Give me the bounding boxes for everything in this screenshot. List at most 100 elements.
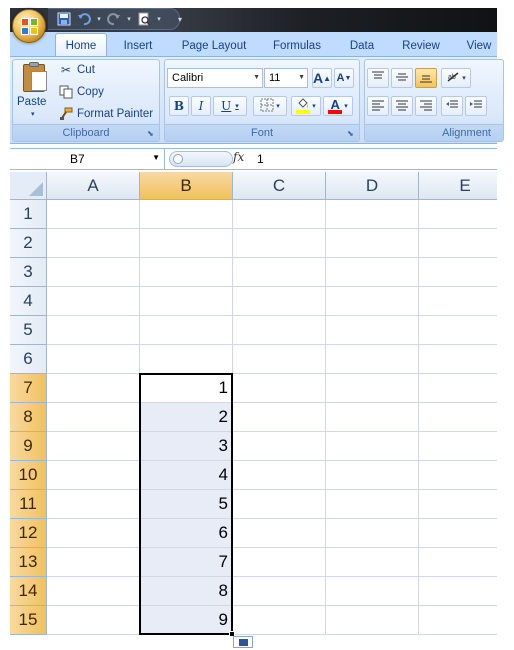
cut-button[interactable]: ✂ Cut (59, 61, 95, 79)
formula-input[interactable]: 1 (257, 152, 264, 166)
cell-b5[interactable] (140, 316, 233, 345)
cell-b14[interactable]: 8 (140, 577, 233, 606)
cell-a3[interactable] (47, 258, 140, 287)
cell-b6[interactable] (140, 345, 233, 374)
print-preview-dropdown-icon[interactable]: ▾ (156, 11, 162, 27)
cell-e5[interactable] (419, 316, 497, 345)
column-header-e[interactable]: E (419, 172, 497, 200)
cell-d10[interactable] (326, 461, 419, 490)
increase-indent-button[interactable] (465, 96, 487, 116)
print-preview-icon[interactable] (136, 11, 152, 27)
tab-insert[interactable]: Insert (117, 36, 159, 56)
cell-a5[interactable] (47, 316, 140, 345)
cell-c8[interactable] (233, 403, 326, 432)
cell-e1[interactable] (419, 200, 497, 229)
cell-c3[interactable] (233, 258, 326, 287)
italic-button[interactable]: I (191, 96, 211, 116)
tab-formulas[interactable]: Formulas (268, 36, 326, 56)
cell-a2[interactable] (47, 229, 140, 258)
font-name-combo[interactable]: Calibri ▼ (167, 68, 263, 88)
row-header-6[interactable]: 6 (10, 345, 47, 374)
cell-c4[interactable] (233, 287, 326, 316)
shrink-font-button[interactable]: A ▼ (334, 68, 354, 88)
cell-b13[interactable]: 7 (140, 548, 233, 577)
cell-e14[interactable] (419, 577, 497, 606)
row-header-12[interactable]: 12 (10, 519, 47, 548)
cell-b7[interactable]: 1 (140, 374, 233, 403)
undo-icon[interactable] (76, 11, 92, 27)
office-button[interactable] (12, 9, 46, 43)
cell-e11[interactable] (419, 490, 497, 519)
cell-d3[interactable] (326, 258, 419, 287)
cell-e10[interactable] (419, 461, 497, 490)
column-header-a[interactable]: A (47, 172, 140, 200)
align-right-button[interactable] (415, 96, 437, 116)
cell-a14[interactable] (47, 577, 140, 606)
paste-dropdown-icon[interactable]: ▾ (31, 110, 35, 118)
auto-fill-options-icon[interactable] (233, 636, 253, 648)
cell-e9[interactable] (419, 432, 497, 461)
cell-c11[interactable] (233, 490, 326, 519)
row-header-13[interactable]: 13 (10, 548, 47, 577)
cell-a8[interactable] (47, 403, 140, 432)
cell-e4[interactable] (419, 287, 497, 316)
cell-e6[interactable] (419, 345, 497, 374)
chevron-down-icon[interactable]: ▼ (152, 153, 160, 162)
cell-d2[interactable] (326, 229, 419, 258)
worksheet-grid[interactable]: A B C D E 1 2 3 4 5 6 7 1 8 2 9 3 10 4 11 5 12 6 13 7 14 8 15 9 (10, 172, 497, 650)
cell-b2[interactable] (140, 229, 233, 258)
row-header-14[interactable]: 14 (10, 577, 47, 606)
row-header-4[interactable]: 4 (10, 287, 47, 316)
redo-dropdown-icon[interactable]: ▾ (126, 11, 132, 27)
cell-e8[interactable] (419, 403, 497, 432)
cell-c14[interactable] (233, 577, 326, 606)
grow-font-button[interactable]: A ▲ (312, 68, 332, 88)
cell-b8[interactable]: 2 (140, 403, 233, 432)
underline-button[interactable]: U ▾ (213, 96, 247, 116)
row-header-5[interactable]: 5 (10, 316, 47, 345)
row-header-7[interactable]: 7 (10, 374, 47, 403)
row-header-9[interactable]: 9 (10, 432, 47, 461)
cell-d8[interactable] (326, 403, 419, 432)
cell-d13[interactable] (326, 548, 419, 577)
cell-e3[interactable] (419, 258, 497, 287)
name-box[interactable]: B7 ▼ (10, 149, 165, 169)
cell-d1[interactable] (326, 200, 419, 229)
decrease-indent-button[interactable] (441, 96, 463, 116)
cell-b15[interactable]: 9 (140, 606, 233, 635)
cell-d9[interactable] (326, 432, 419, 461)
cell-a11[interactable] (47, 490, 140, 519)
tab-view[interactable]: View (462, 36, 496, 56)
cell-d5[interactable] (326, 316, 419, 345)
align-center-button[interactable] (391, 96, 413, 116)
cell-a1[interactable] (47, 200, 140, 229)
undo-dropdown-icon[interactable]: ▾ (96, 11, 102, 27)
cell-d12[interactable] (326, 519, 419, 548)
cell-e13[interactable] (419, 548, 497, 577)
cell-c2[interactable] (233, 229, 326, 258)
borders-button[interactable]: ▾ (253, 96, 287, 116)
cell-a9[interactable] (47, 432, 140, 461)
cell-c5[interactable] (233, 316, 326, 345)
cell-a15[interactable] (47, 606, 140, 635)
cell-c12[interactable] (233, 519, 326, 548)
cell-a13[interactable] (47, 548, 140, 577)
cell-b1[interactable] (140, 200, 233, 229)
cell-b12[interactable]: 6 (140, 519, 233, 548)
tab-page-layout[interactable]: Page Layout (177, 36, 251, 56)
cell-b4[interactable] (140, 287, 233, 316)
cell-b3[interactable] (140, 258, 233, 287)
cell-e12[interactable] (419, 519, 497, 548)
cell-c7[interactable] (233, 374, 326, 403)
format-painter-button[interactable]: Format Painter (59, 105, 153, 123)
dialog-launcher-icon[interactable]: ⬊ (347, 129, 356, 138)
cell-d6[interactable] (326, 345, 419, 374)
row-header-10[interactable]: 10 (10, 461, 47, 490)
save-icon[interactable] (56, 11, 72, 27)
cell-a10[interactable] (47, 461, 140, 490)
row-header-11[interactable]: 11 (10, 490, 47, 519)
tab-data[interactable]: Data (344, 36, 380, 56)
font-color-button[interactable]: A ▾ (323, 96, 353, 116)
font-size-combo[interactable]: 11 ▼ (264, 68, 308, 88)
align-left-button[interactable] (367, 96, 389, 116)
